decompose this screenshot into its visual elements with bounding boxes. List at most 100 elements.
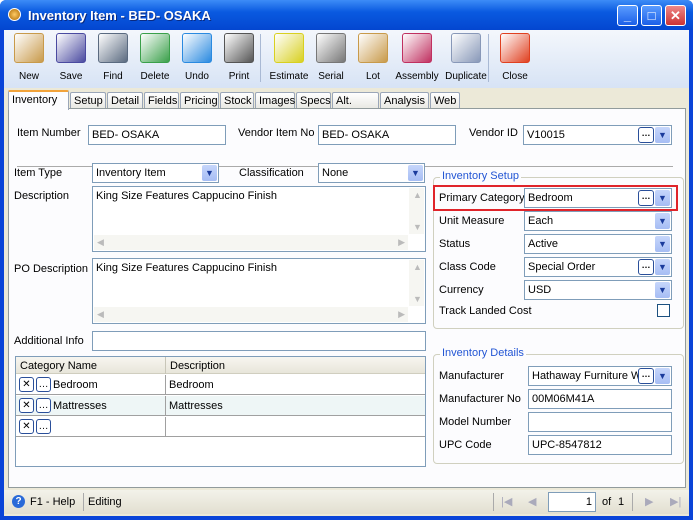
status-value: Active	[528, 238, 558, 250]
manufacturer-label: Manufacturer	[439, 370, 504, 382]
unit-measure-select[interactable]: Each ▼	[524, 211, 672, 231]
model-number-input[interactable]	[528, 412, 672, 432]
status-select[interactable]: Active ▼	[524, 234, 672, 254]
ellipsis-button[interactable]: …	[638, 368, 654, 384]
classification-label: Classification	[239, 167, 304, 179]
new-button[interactable]: New	[7, 33, 51, 82]
class-code-value: Special Order	[528, 261, 596, 273]
classification-select[interactable]: None ▼	[318, 163, 425, 183]
item-type-label: Item Type	[14, 167, 63, 179]
assembly-button[interactable]: Assembly	[395, 33, 439, 82]
description-label: Description	[14, 190, 70, 202]
previous-page-icon[interactable]: ◀	[528, 495, 536, 508]
chevron-down-icon[interactable]: ▼	[655, 127, 670, 143]
po-description-textarea[interactable]: King Size Features Cappucino Finish ▲ ▼ ◀ ▶	[92, 258, 426, 324]
upc-code-input[interactable]: UPC-8547812	[528, 435, 672, 455]
undo-button[interactable]: Undo	[175, 33, 219, 82]
chevron-down-icon[interactable]: ▼	[655, 368, 670, 384]
vertical-scrollbar[interactable]: ▲ ▼	[409, 188, 424, 234]
vertical-scrollbar[interactable]: ▲ ▼	[409, 260, 424, 306]
chevron-down-icon[interactable]: ▼	[655, 213, 670, 229]
manufacturer-value: Hathaway Furniture W	[532, 370, 642, 382]
table-row[interactable]: ✕… Bedroom Bedroom	[16, 375, 425, 395]
chevron-down-icon[interactable]: ▼	[655, 259, 670, 275]
vendor-item-no-input[interactable]: BED- OSAKA	[318, 125, 456, 145]
ellipsis-button[interactable]: …	[638, 127, 654, 143]
manufacturer-combo[interactable]: Hathaway Furniture W… ▼	[528, 366, 672, 386]
chevron-down-icon[interactable]: ▼	[408, 165, 423, 181]
cell-description[interactable]: Bedroom	[169, 379, 214, 391]
ellipsis-button[interactable]: …	[36, 377, 51, 392]
serial-icon	[316, 33, 346, 63]
track-landed-cost-checkbox[interactable]	[657, 304, 670, 317]
status-text: Editing	[88, 496, 122, 508]
close-button[interactable]: Close	[493, 33, 537, 82]
estimate-button[interactable]: Estimate	[267, 33, 311, 82]
table-row[interactable]: ✕…	[16, 417, 425, 437]
class-code-combo[interactable]: Special Order … ▼	[524, 257, 672, 277]
horizontal-scrollbar[interactable]: ◀ ▶	[94, 307, 408, 322]
vendor-item-no-label: Vendor Item No	[238, 127, 315, 139]
column-header-category-name[interactable]: Category Name	[20, 360, 97, 372]
print-button[interactable]: Print	[217, 33, 261, 82]
po-description-value: King Size Features Cappucino Finish	[96, 262, 277, 274]
model-number-label: Model Number	[439, 416, 512, 428]
ellipsis-button[interactable]: …	[638, 190, 654, 206]
cell-description[interactable]: Mattresses	[169, 400, 223, 412]
chevron-down-icon[interactable]: ▼	[655, 282, 670, 298]
find-button[interactable]: Find	[91, 33, 135, 82]
last-page-icon[interactable]: ▶|	[670, 495, 681, 508]
description-textarea[interactable]: King Size Features Cappucino Finish ▲ ▼ ◀ ▶	[92, 186, 426, 252]
chevron-down-icon[interactable]: ▼	[655, 236, 670, 252]
vendor-id-combo[interactable]: V10015 … ▼	[523, 125, 672, 145]
ellipsis-button[interactable]: …	[36, 398, 51, 413]
print-icon	[224, 33, 254, 63]
window: Inventory Item - BED- OSAKA _ □ ✕ New Sav…	[0, 0, 693, 520]
description-value: King Size Features Cappucino Finish	[96, 190, 277, 202]
client-area: New Save Find Delete Undo Print Estimate Serial…	[4, 30, 689, 516]
next-page-icon[interactable]: ▶	[645, 495, 653, 508]
additional-info-input[interactable]	[92, 331, 426, 351]
tab-inventory[interactable]: Inventory	[8, 90, 69, 110]
cell-category-name[interactable]: Bedroom	[53, 379, 98, 391]
table-row[interactable]: ✕… Mattresses Mattresses	[16, 396, 425, 416]
first-page-icon[interactable]: |◀	[501, 495, 512, 508]
column-header-description[interactable]: Description	[170, 360, 225, 372]
manufacturer-no-input[interactable]: 00M06M41A	[528, 389, 672, 409]
item-type-value: Inventory Item	[96, 167, 166, 179]
ellipsis-button[interactable]: …	[638, 259, 654, 275]
toolbar-label: New	[18, 71, 39, 82]
status-bar: ? F1 - Help Editing |◀ ◀ 1 of 1 ▶ ▶|	[4, 490, 689, 514]
lot-button[interactable]: Lot	[351, 33, 395, 82]
item-type-select[interactable]: Inventory Item ▼	[92, 163, 219, 183]
help-icon[interactable]: ?	[12, 495, 25, 508]
vendor-id-label: Vendor ID	[469, 127, 518, 139]
total-pages: 1	[618, 496, 625, 508]
chevron-down-icon[interactable]: ▼	[202, 165, 217, 181]
delete-row-icon[interactable]: ✕	[19, 377, 34, 392]
delete-row-icon[interactable]: ✕	[19, 419, 34, 434]
horizontal-scrollbar[interactable]: ◀ ▶	[94, 235, 408, 250]
help-label[interactable]: F1 - Help	[30, 496, 75, 508]
toolbar-label: Estimate	[269, 71, 309, 82]
serial-button[interactable]: Serial	[309, 33, 353, 82]
maximize-button[interactable]: □	[641, 5, 662, 26]
save-button[interactable]: Save	[49, 33, 93, 82]
currency-select[interactable]: USD ▼	[524, 280, 672, 300]
delete-button[interactable]: Delete	[133, 33, 177, 82]
ellipsis-button[interactable]: …	[36, 419, 51, 434]
minimize-button[interactable]: _	[617, 5, 638, 26]
delete-row-icon[interactable]: ✕	[19, 398, 34, 413]
chevron-down-icon[interactable]: ▼	[655, 190, 670, 206]
cell-category-name[interactable]: Mattresses	[53, 400, 107, 412]
item-number-input[interactable]: BED- OSAKA	[88, 125, 226, 145]
page-input[interactable]: 1	[548, 492, 596, 512]
toolbar-label: Print	[228, 71, 250, 82]
primary-category-value: Bedroom	[528, 192, 573, 204]
window-title: Inventory Item - BED- OSAKA	[28, 8, 211, 23]
primary-category-combo[interactable]: Bedroom … ▼	[524, 188, 672, 208]
inventory-setup-title: Inventory Setup	[440, 170, 522, 182]
toolbar-separator	[488, 34, 489, 82]
duplicate-button[interactable]: Duplicate	[444, 33, 488, 82]
close-window-button[interactable]: ✕	[665, 5, 686, 26]
